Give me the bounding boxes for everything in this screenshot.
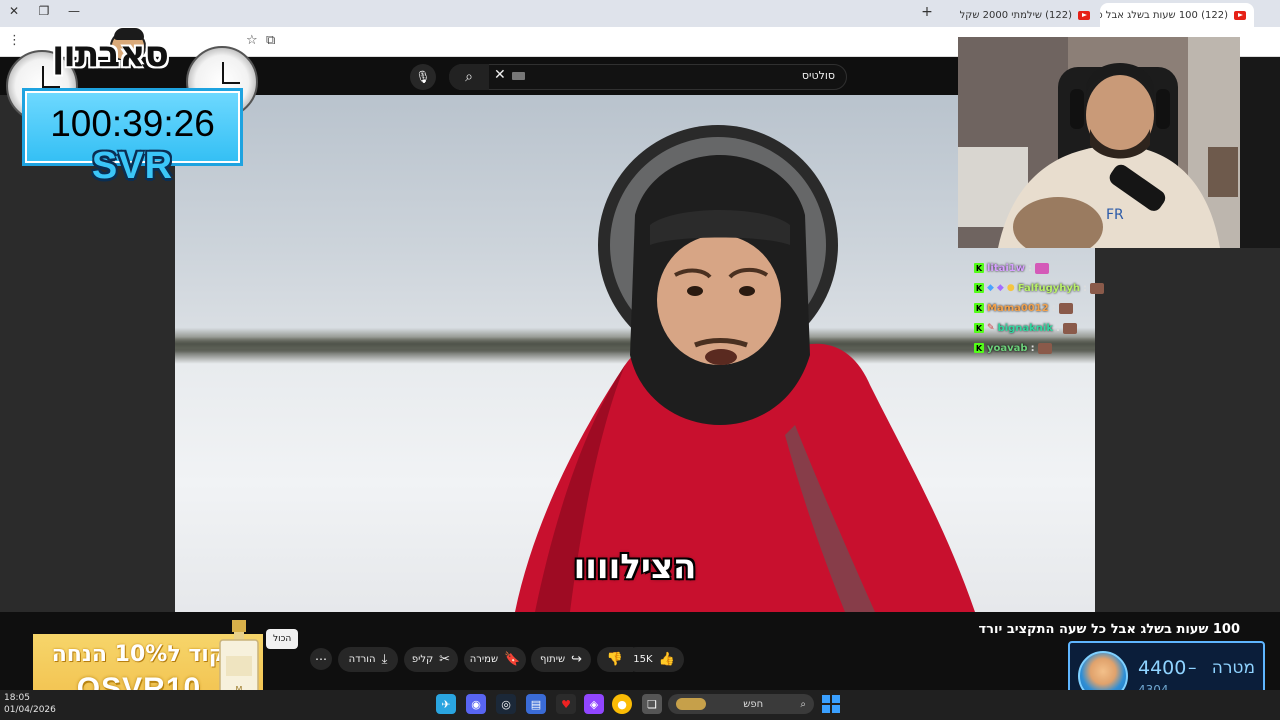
- kick-badge-icon: K: [974, 343, 984, 353]
- chat-separator: :: [1083, 282, 1088, 294]
- youtube-icon: [1078, 10, 1090, 20]
- steam-icon[interactable]: ◎: [496, 694, 516, 714]
- chat-overlay: K litai1w : K ◆ ◆ ● Falfugyhyh : K Mama0…: [974, 258, 1114, 358]
- emote-icon: [1037, 342, 1052, 354]
- screen: ✕ ❐ — (122) שילמתי 2000 שקל לצופים ✕ (12…: [0, 0, 1280, 720]
- chat-message: K ✎ bignaknik :: [974, 318, 1114, 338]
- chat-message: K Mama0012 :: [974, 298, 1114, 318]
- badge-icon: ◆: [996, 283, 1004, 293]
- chat-username: Mama0012: [987, 302, 1049, 314]
- search-input[interactable]: [449, 64, 847, 90]
- youtube-icon: [1234, 10, 1246, 20]
- badge-icon: ●: [1006, 283, 1015, 293]
- subathon-logo: סאבתון: [52, 34, 169, 75]
- emote-icon: [1063, 322, 1078, 334]
- search-icon: ⌕: [800, 698, 806, 710]
- clip-button[interactable]: ✂ קליפ: [404, 647, 458, 672]
- search-icon[interactable]: ⌕: [449, 64, 489, 90]
- emote-icon: [1058, 302, 1073, 314]
- bookmark-icon: 🔖: [504, 652, 521, 667]
- twitch-icon[interactable]: ◈: [584, 694, 604, 714]
- chat-separator: :: [1051, 302, 1056, 314]
- goal-target: 4400: [1138, 657, 1187, 679]
- kick-badge-icon: K: [974, 263, 984, 273]
- taskbar-date: 01/04/2026: [4, 705, 56, 715]
- brand-text: SVR: [91, 145, 174, 187]
- svg-text:FR: FR: [1106, 207, 1124, 223]
- clip-label: קליפ: [411, 654, 434, 665]
- plus-icon[interactable]: +: [917, 4, 937, 20]
- side-panel-right: [1095, 248, 1280, 612]
- taskbar-time: 18:05: [4, 693, 30, 703]
- goal-label: מטרה: [1211, 658, 1255, 678]
- app-icon[interactable]: ♥: [556, 694, 576, 714]
- like-button[interactable]: 👍 15K: [624, 647, 684, 672]
- chat-username: yoavab: [987, 342, 1028, 354]
- emote-icon: [1090, 282, 1105, 294]
- chat-username: litai1w: [987, 262, 1026, 274]
- dislike-button[interactable]: 👎: [597, 647, 633, 672]
- windows-start-icon[interactable]: [822, 695, 840, 713]
- video-player[interactable]: הצילוווו: [175, 95, 1095, 612]
- thumbs-down-icon: 👎: [606, 652, 624, 667]
- chat-username: bignaknik: [997, 322, 1054, 334]
- kick-badge-icon: K: [974, 303, 984, 313]
- taskbar: [0, 690, 1280, 720]
- promo-text: קוד ל10% הנחה: [51, 642, 225, 667]
- clear-search-icon[interactable]: ✕: [494, 67, 506, 83]
- video-title: 100 שעות בשלג אבל כל שעה התקציב יורד: [978, 622, 1240, 637]
- streamer-image: FR: [958, 37, 1240, 248]
- chat-message: K litai1w :: [974, 258, 1114, 278]
- keyboard-icon[interactable]: [512, 72, 525, 80]
- share-label: שיתוף: [540, 654, 566, 665]
- chrome-icon[interactable]: ●: [612, 694, 632, 714]
- more-options-icon[interactable]: ⋯: [310, 648, 332, 670]
- browser-tab[interactable]: (122) שילמתי 2000 שקל לצופים ✕: [958, 3, 1098, 27]
- mic-icon[interactable]: 🎙: [410, 64, 436, 90]
- task-view-icon[interactable]: ❏: [642, 694, 662, 714]
- scissors-icon: ✂: [439, 652, 451, 667]
- timer: 100:39:26: [50, 103, 215, 144]
- chat-message: K yoavab :: [974, 338, 1114, 358]
- chat-username: Falfugyhyh: [1017, 282, 1081, 294]
- download-icon: ⤓: [381, 652, 388, 667]
- download-label: הורדה: [348, 654, 376, 665]
- chat-separator: :: [1030, 342, 1035, 354]
- save-label: שמירה: [469, 654, 499, 665]
- notepad-icon[interactable]: ▤: [526, 694, 546, 714]
- chat-separator: :: [1056, 322, 1061, 334]
- webcam-feed: FR: [958, 37, 1240, 248]
- chat-message: K ◆ ◆ ● Falfugyhyh :: [974, 278, 1114, 298]
- badge-icon: ◆: [987, 283, 994, 293]
- tooltip: הכול: [266, 629, 299, 649]
- badge-icon: ✎: [987, 323, 995, 333]
- taskbar-search[interactable]: ⌕ חפש: [668, 694, 814, 714]
- share-button[interactable]: ↪ שיתוף: [531, 647, 591, 672]
- emote-icon: [1035, 262, 1050, 274]
- download-button[interactable]: ⤓ הורדה: [338, 647, 398, 672]
- thumbs-up-icon: 👍: [658, 652, 675, 667]
- taskbar-search-placeholder: חפש: [743, 698, 764, 710]
- share-icon: ↪: [571, 652, 582, 667]
- clock-display: 18:05 01/04/2026: [4, 692, 56, 716]
- tab-title: (122) שילמתי 2000 שקל לצופים: [958, 9, 1072, 21]
- search-value: סולטיס: [801, 69, 835, 82]
- video-subtitle: הצילוווו: [573, 547, 697, 587]
- save-button[interactable]: 🔖 שמירה: [464, 647, 526, 672]
- kick-badge-icon: K: [974, 283, 984, 293]
- screencast-icon[interactable]: ⧉: [266, 33, 275, 48]
- goal-separator: –: [1188, 658, 1197, 678]
- like-count: 15K: [633, 654, 653, 665]
- video-person: [515, 125, 975, 612]
- browser-tab-active[interactable]: (122) 100 שעות בשלג אבל כ ✕: [1100, 3, 1254, 27]
- telegram-icon[interactable]: ✈: [436, 694, 456, 714]
- chat-separator: :: [1028, 262, 1033, 274]
- discord-icon[interactable]: ◉: [466, 694, 486, 714]
- tab-title: (122) 100 שעות בשלג אבל כ: [1100, 9, 1228, 21]
- kick-badge-icon: K: [974, 323, 984, 333]
- search-highlight-icon: [676, 698, 707, 710]
